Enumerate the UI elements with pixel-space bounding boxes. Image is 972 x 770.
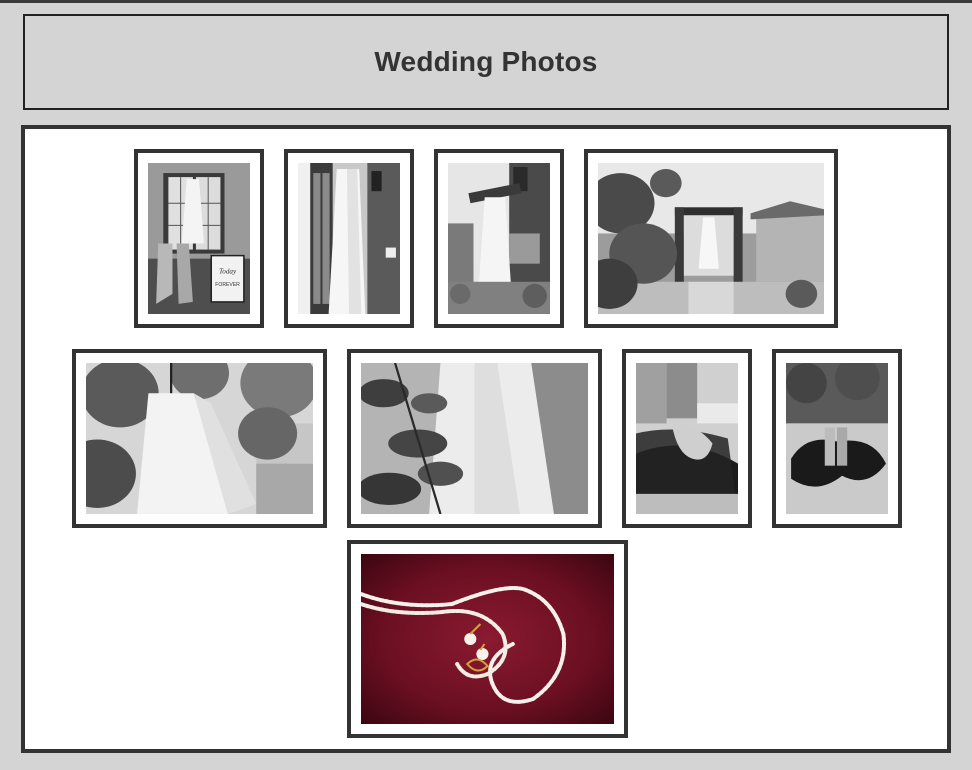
photo-pearl-necklace[interactable] <box>347 540 628 738</box>
photo-boots-fur-closeup[interactable] <box>622 349 752 528</box>
photo-dress-with-boots[interactable]: Today FOREVER <box>134 149 264 328</box>
photo-dress-closeup-leaves[interactable] <box>347 349 602 528</box>
photo-gallery: Today FOREVER <box>21 125 951 753</box>
photo-image <box>786 363 888 514</box>
header-banner: Wedding Photos <box>23 14 949 110</box>
photo-dress-gateway[interactable] <box>584 149 838 328</box>
photo-boots-fur-rug[interactable] <box>772 349 902 528</box>
sign-text-line2: FOREVER <box>215 282 240 288</box>
photo-image <box>598 163 824 314</box>
photo-image <box>361 363 588 514</box>
photo-image <box>448 163 550 314</box>
page: Wedding Photos Today FOREVER <box>0 0 972 770</box>
photo-dress-in-tree[interactable] <box>72 349 327 528</box>
page-title: Wedding Photos <box>374 46 598 77</box>
photo-image <box>298 163 400 314</box>
photo-image <box>86 363 313 514</box>
photo-dress-on-door[interactable] <box>284 149 414 328</box>
photo-image <box>636 363 738 514</box>
photo-image: Today FOREVER <box>148 163 250 314</box>
photo-dress-lantern-post[interactable] <box>434 149 564 328</box>
photo-image <box>361 554 614 724</box>
sign-text-line1: Today <box>219 268 237 276</box>
